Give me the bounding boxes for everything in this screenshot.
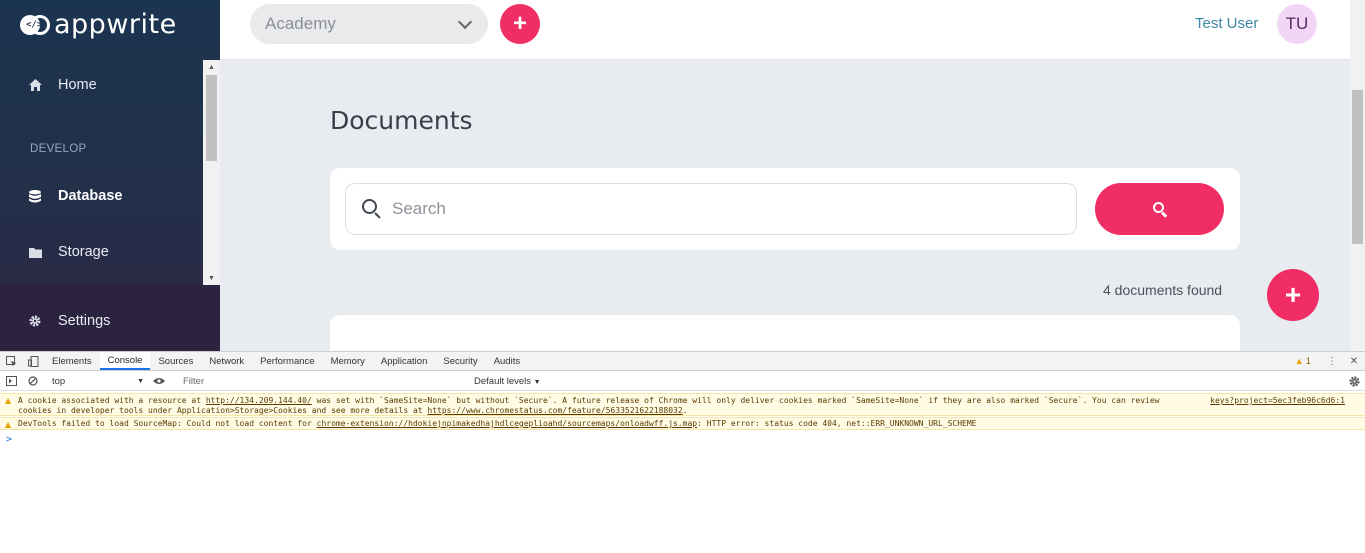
message-link[interactable]: chrome-extension://hdokiejnpimakedhajhdl… — [317, 419, 698, 428]
project-select-value: Academy — [265, 14, 336, 33]
warnings-badge[interactable]: ▲ 1 — [1295, 356, 1311, 367]
avatar-initials: TU — [1285, 14, 1309, 33]
warning-icon: ▲ — [1294, 356, 1304, 366]
message-text: DevTools failed to load SourceMap: Could… — [18, 419, 317, 428]
devtools-tab-audits[interactable]: Audits — [486, 352, 528, 370]
devtools-tab-security[interactable]: Security — [435, 352, 485, 370]
sidebar-item-home[interactable]: Home — [28, 77, 97, 93]
warnings-count: 1 — [1305, 355, 1311, 367]
sidebar: </> appwrite Home DEVELOP Database Stora… — [0, 0, 220, 351]
message-text: was set with `SameSite=None` but without… — [311, 396, 1160, 405]
console-settings-gear-icon[interactable] — [1343, 372, 1365, 390]
devtools-tab-application[interactable]: Application — [373, 352, 435, 370]
message-link[interactable]: https://www.chromestatus.com/feature/563… — [427, 406, 682, 415]
devtools-tab-console[interactable]: Console — [99, 352, 151, 370]
avatar[interactable]: TU — [1277, 4, 1317, 44]
sidebar-item-label: Settings — [58, 313, 111, 329]
scroll-down-arrow-icon[interactable]: ▼ — [203, 271, 220, 285]
warning-icon: ▲ — [5, 420, 12, 429]
console-message-warning: ▲ DevTools failed to load SourceMap: Cou… — [0, 417, 1365, 430]
add-project-button[interactable]: + — [500, 4, 540, 44]
app-window: </> appwrite Home DEVELOP Database Stora… — [0, 0, 1365, 351]
sidebar-item-label: Home — [58, 77, 97, 93]
devtools-tab-performance[interactable]: Performance — [252, 352, 322, 370]
devtools-panel: Elements Console Sources Network Perform… — [0, 351, 1365, 553]
search-button[interactable] — [1095, 183, 1224, 235]
documents-list-card — [330, 315, 1240, 351]
devtools-tab-network[interactable]: Network — [201, 352, 252, 370]
search-card — [330, 168, 1240, 250]
sidebar-scroll-thumb[interactable] — [206, 75, 217, 161]
devtools-tab-elements[interactable]: Elements — [44, 352, 100, 370]
eye-icon[interactable] — [148, 372, 170, 390]
context-value: top — [52, 375, 66, 387]
console-message-warning: ▲ A cookie associated with a resource at… — [0, 393, 1365, 416]
log-levels-value: Default levels — [474, 375, 532, 387]
page-scroll-thumb[interactable] — [1352, 90, 1363, 244]
top-header: Academy + Test User TU — [220, 0, 1350, 60]
add-document-button[interactable]: + — [1267, 269, 1319, 321]
dropdown-arrow-icon: ▼ — [137, 377, 144, 385]
close-icon[interactable]: ✕ — [1343, 352, 1365, 370]
context-selector[interactable]: top ▼ — [48, 374, 148, 389]
appwrite-logo[interactable]: </> appwrite — [20, 8, 177, 40]
home-icon — [28, 78, 42, 92]
documents-count: 4 documents found — [1103, 282, 1223, 298]
message-link[interactable]: http://134.209.144.40/ — [206, 396, 312, 405]
logo-text: appwrite — [54, 8, 177, 40]
console-message-line: cookies in developer tools under Applica… — [18, 406, 1365, 416]
sidebar-scrollbar[interactable]: ▲ ▼ — [203, 60, 220, 285]
console-toolbar: top ▼ Filter Default levels ▼ — [0, 372, 1365, 391]
search-icon — [362, 199, 382, 219]
project-select[interactable]: Academy — [250, 4, 488, 44]
sidebar-toggle-icon[interactable] — [0, 372, 22, 390]
message-text: : HTTP error: status code 404, net::ERR_… — [697, 419, 977, 428]
inspect-element-icon[interactable] — [0, 352, 22, 370]
database-icon — [28, 189, 42, 203]
sidebar-section-develop: DEVELOP — [30, 143, 87, 155]
search-box[interactable] — [345, 183, 1077, 235]
sidebar-item-database[interactable]: Database — [28, 188, 122, 204]
search-input[interactable] — [392, 199, 1032, 219]
dropdown-arrow-icon: ▼ — [533, 378, 541, 386]
devtools-tab-sources[interactable]: Sources — [150, 352, 201, 370]
gear-icon — [28, 314, 42, 328]
more-options-icon[interactable]: ⋮ — [1321, 352, 1343, 370]
folder-icon — [28, 245, 42, 259]
console-prompt[interactable]: > — [6, 434, 12, 445]
message-text: . — [682, 406, 688, 415]
console-message-line: A cookie associated with a resource at h… — [18, 396, 1365, 406]
plus-icon: + — [512, 10, 527, 37]
console-filter-input[interactable]: Filter — [178, 373, 468, 389]
plus-icon: + — [1284, 279, 1302, 310]
log-levels-select[interactable]: Default levels ▼ — [474, 376, 541, 387]
device-toolbar-icon[interactable] — [22, 352, 44, 370]
message-text: cookies in developer tools under Applica… — [18, 406, 428, 415]
message-source-link[interactable]: keys?project=5ec3feb96c6d6:1 — [1210, 396, 1345, 406]
devtools-tab-memory[interactable]: Memory — [323, 352, 373, 370]
message-text: A cookie associated with a resource at — [18, 396, 206, 405]
scroll-up-arrow-icon[interactable]: ▲ — [203, 60, 220, 74]
page-scrollbar[interactable] — [1350, 0, 1365, 351]
sidebar-item-storage[interactable]: Storage — [28, 244, 109, 260]
user-name-link[interactable]: Test User — [1195, 15, 1258, 32]
warning-icon: ▲ — [5, 396, 12, 405]
clear-console-icon[interactable] — [22, 372, 44, 390]
sidebar-item-label: Database — [58, 188, 123, 204]
search-icon — [1152, 201, 1168, 218]
appwrite-logo-icon: </> — [20, 13, 50, 35]
page-title: Documents — [330, 106, 473, 135]
devtools-tabbar: Elements Console Sources Network Perform… — [0, 352, 1365, 371]
filter-placeholder: Filter — [183, 375, 205, 387]
sidebar-item-settings[interactable]: Settings — [28, 313, 110, 329]
chevron-down-icon — [457, 14, 473, 30]
sidebar-item-label: Storage — [58, 244, 109, 260]
